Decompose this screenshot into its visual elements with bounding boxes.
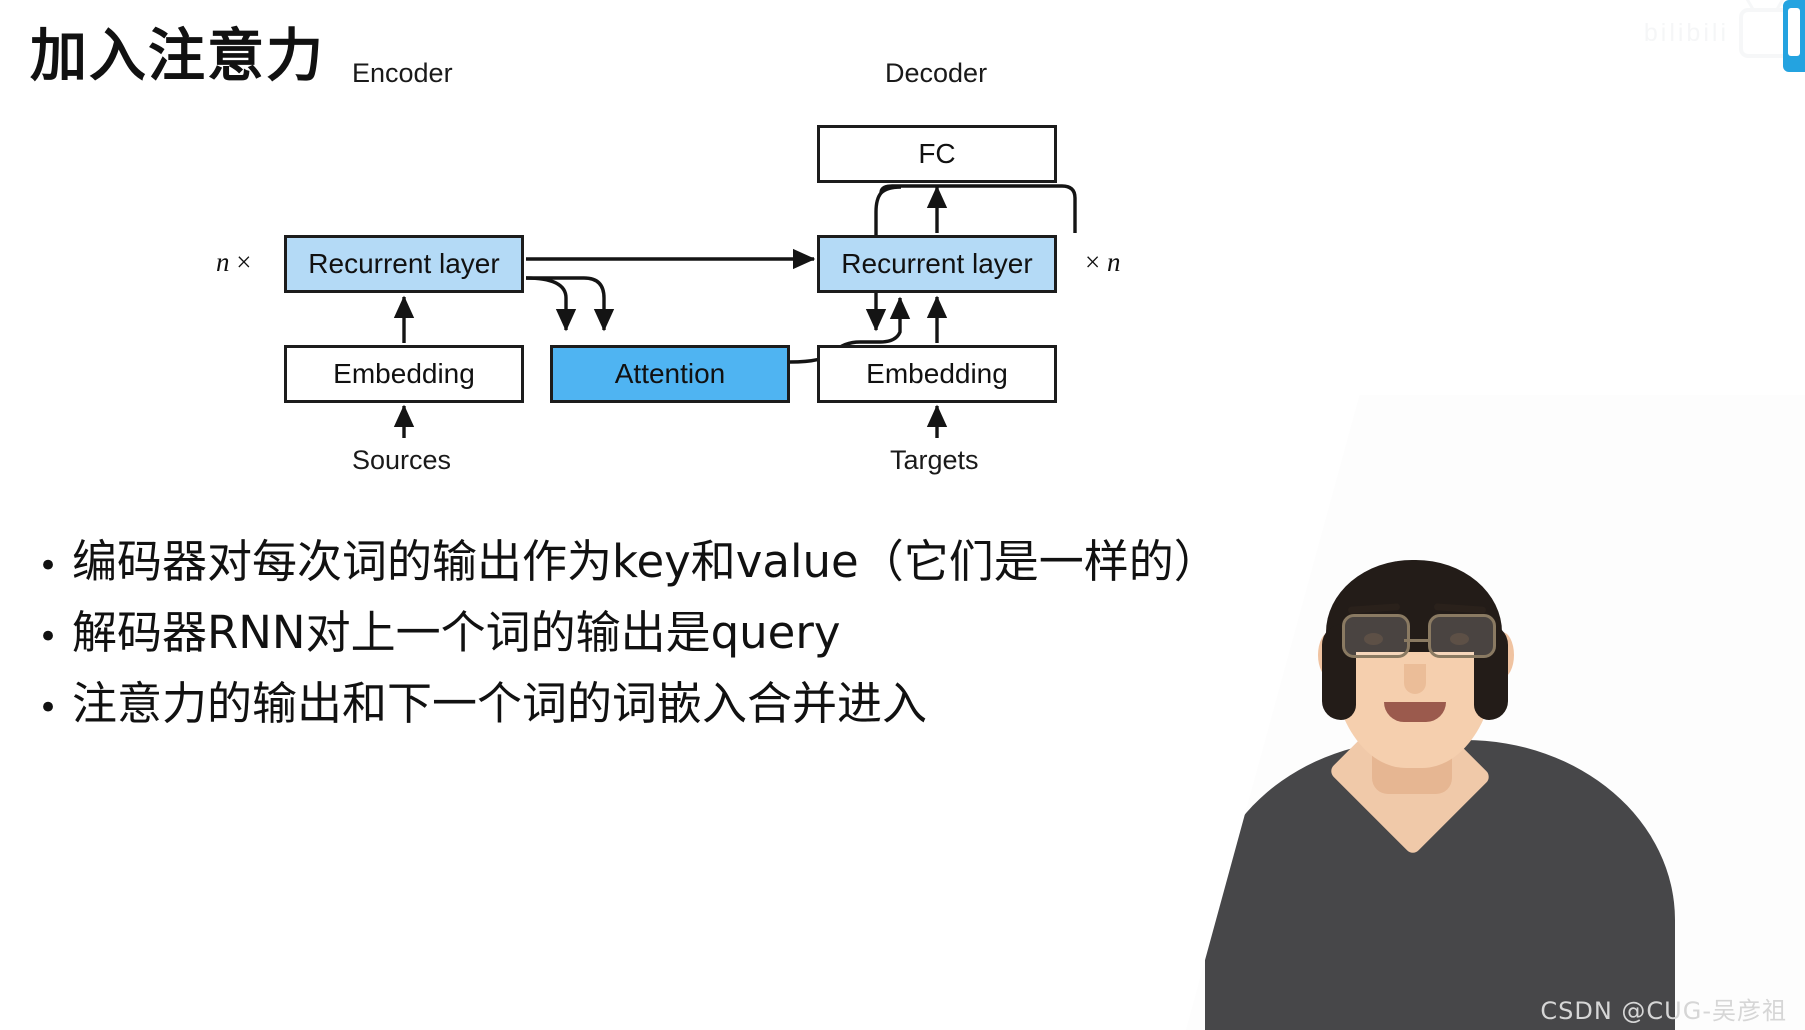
bilibili-watermark: bilibili <box>1644 8 1791 58</box>
list-item-text: 解码器RNN对上一个词的输出是query <box>72 605 841 659</box>
repeat-count-n-right: n <box>1106 247 1121 277</box>
node-decoder-recurrent-layer: Recurrent layer <box>817 235 1057 293</box>
slide-canvas: 加入注意力 Encoder Decoder Sources Targets n … <box>0 0 1805 1030</box>
decoder-label: Decoder <box>885 58 988 88</box>
list-item: • 注意力的输出和下一个词的词嵌入合并进入 <box>38 677 1778 732</box>
bullet-list: • 编码器对每次词的输出作为key和value（它们是一样的） • 解码器RNN… <box>38 535 1778 748</box>
node-target-embedding: Embedding <box>817 345 1057 403</box>
list-item: • 编码器对每次词的输出作为key和value（它们是一样的） <box>38 535 1778 590</box>
presenter-torso <box>1205 740 1675 1030</box>
node-source-embedding: Embedding <box>284 345 524 403</box>
bilibili-edge-logo-inner <box>1788 8 1800 56</box>
sources-label: Sources <box>352 445 452 475</box>
bilibili-edge-logo-icon <box>1783 0 1805 72</box>
list-item: • 解码器RNN对上一个词的输出是query <box>38 606 1778 661</box>
node-attention: Attention <box>550 345 790 403</box>
node-encoder-recurrent-layer: Recurrent layer <box>284 235 524 293</box>
bullet-marker-icon: • <box>38 687 59 728</box>
encoder-repeat-label: n × <box>216 247 251 278</box>
diagram-connectors <box>393 184 1077 438</box>
repeat-count-n-left: n <box>216 247 230 277</box>
node-fc: FC <box>817 125 1057 183</box>
decoder-repeat-label: × n <box>1085 247 1120 278</box>
targets-label: Targets <box>890 445 979 475</box>
bullet-marker-icon: • <box>38 546 59 586</box>
bullet-marker-icon: • <box>38 616 59 657</box>
encoder-label: Encoder <box>352 58 453 88</box>
csdn-watermark: CSDN @CUG-吴彦祖 <box>1540 997 1787 1025</box>
list-item-text: 注意力的输出和下一个词的词嵌入合并进入 <box>72 676 928 730</box>
architecture-diagram: Encoder Decoder Sources Targets n × × n … <box>0 40 1400 500</box>
bilibili-watermark-text: bilibili <box>1643 18 1729 47</box>
multiply-icon-left: × <box>236 247 252 277</box>
multiply-icon-right: × <box>1085 247 1101 277</box>
list-item-text: 编码器对每次词的输出作为key和value（它们是一样的） <box>72 535 1219 588</box>
